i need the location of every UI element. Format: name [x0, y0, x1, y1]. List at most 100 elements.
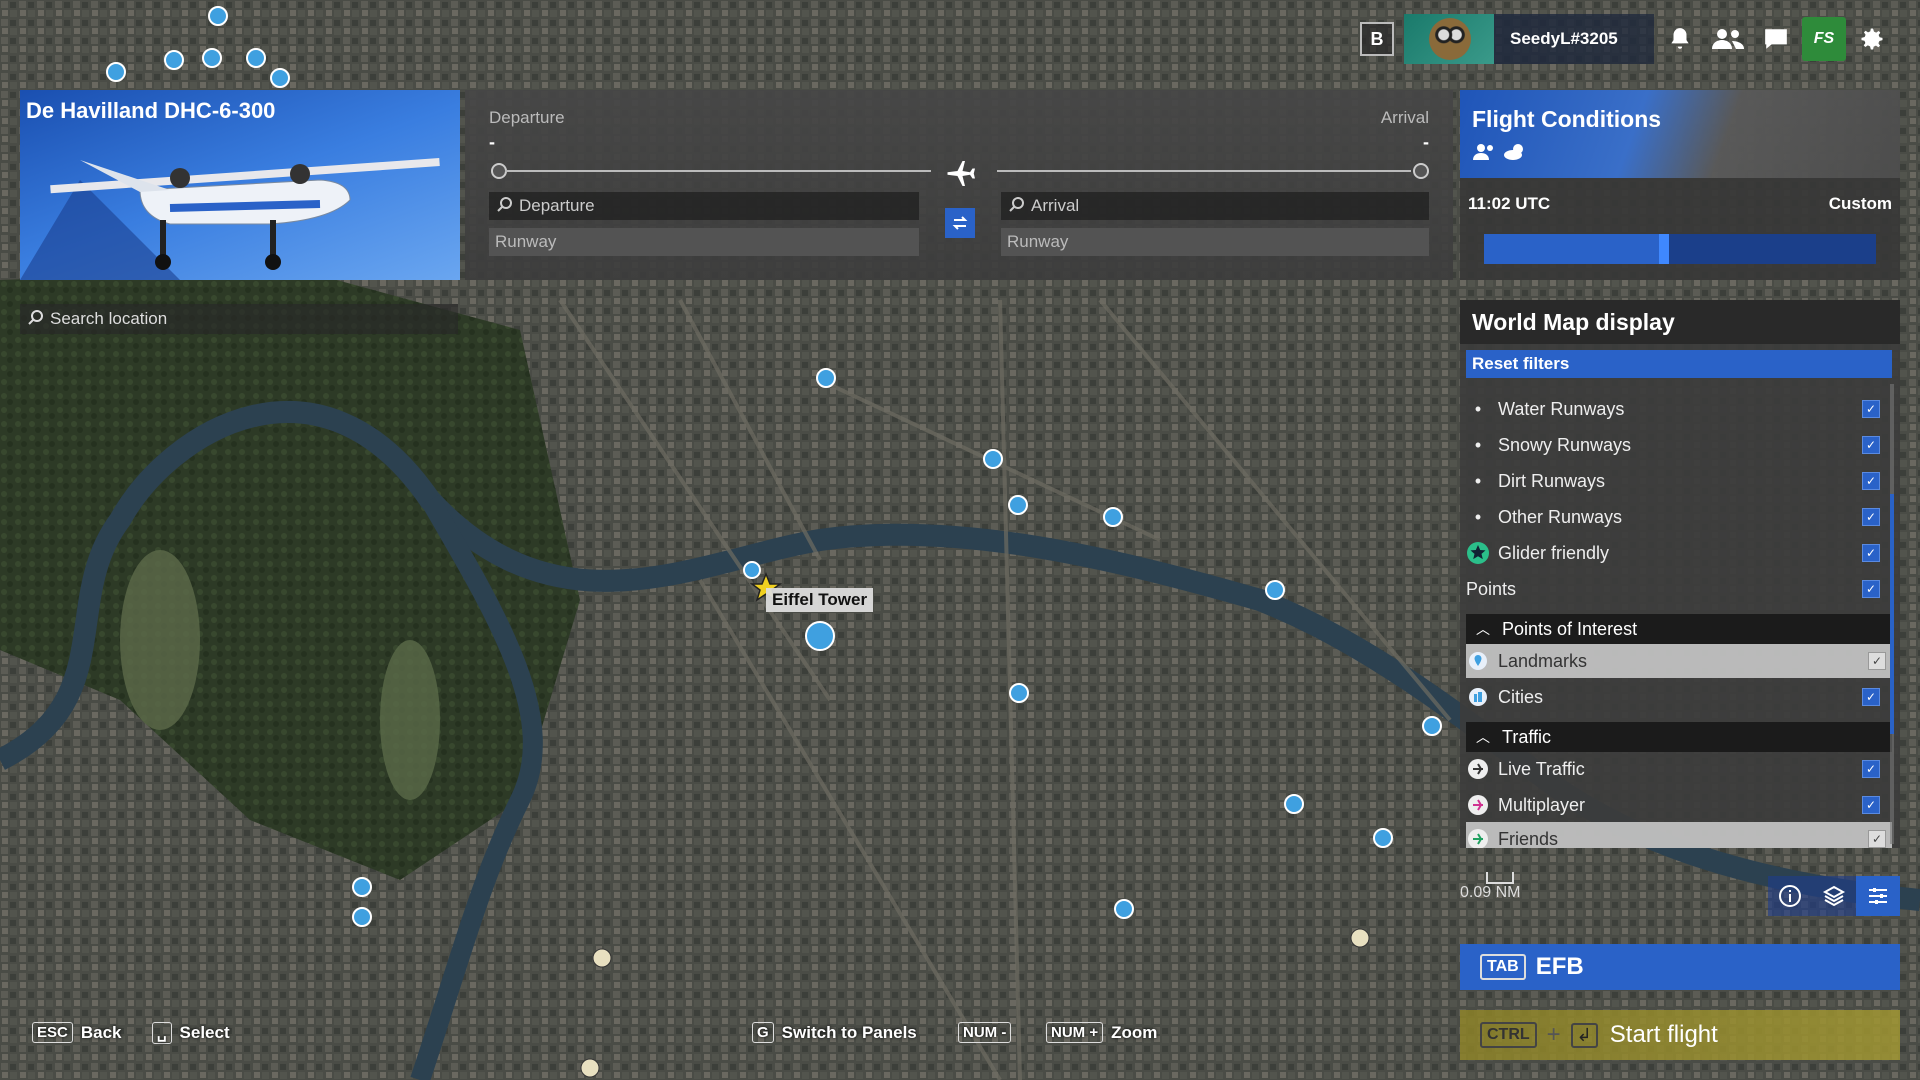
- start-flight-button[interactable]: CTRL + ↲ Start flight: [1460, 1010, 1900, 1060]
- time-mode: Custom: [1828, 194, 1892, 213]
- checkbox[interactable]: ✓: [1862, 436, 1880, 454]
- time-slider-knob[interactable]: [1659, 234, 1670, 264]
- group-traffic[interactable]: ︿ Traffic: [1466, 722, 1892, 752]
- filter-row-landmarks[interactable]: Landmarks ✓: [1466, 644, 1892, 678]
- search-location-placeholder: Search location: [50, 309, 168, 328]
- filter-row-other-runways[interactable]: • Other Runways ✓: [1466, 500, 1886, 534]
- hint-switch-panels[interactable]: G Switch to Panels: [752, 1022, 917, 1043]
- b-key-button[interactable]: B: [1360, 22, 1394, 56]
- hint-label: Switch to Panels: [781, 1022, 917, 1042]
- departure-runway-select[interactable]: Runway: [489, 228, 919, 256]
- flight-plan-panel: Departure Arrival - - Departure Runway A…: [465, 90, 1453, 280]
- group-points-of-interest[interactable]: ︿ Points of Interest: [1466, 614, 1892, 644]
- filter-label: Landmarks: [1498, 650, 1588, 671]
- filter-row-snowy-runways[interactable]: • Snowy Runways ✓: [1466, 428, 1886, 462]
- filter-label: Points: [1466, 578, 1517, 599]
- tab-key: TAB: [1480, 954, 1526, 980]
- map-scale: 0.09 NM: [1460, 872, 1520, 902]
- glider-star-icon: [1466, 541, 1490, 565]
- bullet-icon: •: [1474, 398, 1482, 419]
- chat-icon[interactable]: [1754, 17, 1798, 61]
- time-of-day-slider[interactable]: [1484, 234, 1876, 264]
- world-map-display-panel: World Map display Reset filters • Water …: [1460, 300, 1900, 848]
- key-esc: ESC: [32, 1022, 73, 1043]
- start-flight-label: Start flight: [1609, 1021, 1718, 1048]
- filter-label: Friends: [1498, 828, 1559, 849]
- chevron-up-icon: ︿: [1476, 729, 1490, 745]
- avatar: [1404, 14, 1494, 64]
- weather-icon: [1502, 142, 1528, 167]
- departure-label: Departure: [489, 108, 565, 127]
- scrollbar[interactable]: [1890, 384, 1894, 844]
- checkbox[interactable]: ✓: [1868, 652, 1886, 670]
- checkbox[interactable]: ✓: [1862, 796, 1880, 814]
- filter-row-multiplayer[interactable]: Multiplayer ✓: [1466, 788, 1886, 822]
- user-profile[interactable]: SeedyL#3205: [1404, 14, 1654, 64]
- aircraft-selection-card[interactable]: De Havilland DHC-6-300: [20, 90, 460, 280]
- group-label: Points of Interest: [1502, 618, 1638, 639]
- key-num-minus: NUM -: [958, 1022, 1012, 1043]
- flight-conditions-panel[interactable]: Flight Conditions 11:02 UTC Custom: [1460, 90, 1900, 280]
- hint-zoom-in[interactable]: NUM + Zoom: [1046, 1022, 1157, 1043]
- arrival-track: [997, 170, 1411, 172]
- search-location-input[interactable]: Search location: [20, 304, 458, 334]
- filter-row-glider-friendly[interactable]: Glider friendly ✓: [1466, 536, 1886, 570]
- scale-value: 0.09 NM: [1460, 884, 1521, 901]
- arrival-value: -: [1423, 132, 1429, 152]
- reset-filters-button[interactable]: Reset filters: [1466, 350, 1892, 378]
- friends-icon[interactable]: [1706, 17, 1750, 61]
- layers-icon[interactable]: [1812, 876, 1856, 916]
- checkbox[interactable]: ✓: [1862, 544, 1880, 562]
- checkbox[interactable]: ✓: [1868, 830, 1886, 848]
- filter-row-friends[interactable]: Friends ✓: [1466, 822, 1892, 848]
- username: SeedyL#3205: [1510, 29, 1618, 48]
- plane-green-icon: [1466, 827, 1490, 848]
- fs-marketplace-icon[interactable]: FS: [1802, 17, 1846, 61]
- checkbox[interactable]: ✓: [1862, 508, 1880, 526]
- filter-label: Dirt Runways: [1498, 470, 1606, 491]
- key-g: G: [752, 1022, 774, 1043]
- filter-label: Other Runways: [1498, 506, 1623, 527]
- checkbox[interactable]: ✓: [1862, 580, 1880, 598]
- filter-row-points[interactable]: Points ✓: [1466, 572, 1886, 606]
- world-map-display-title: World Map display: [1460, 300, 1900, 344]
- arrival-input[interactable]: Arrival: [1001, 192, 1429, 220]
- checkbox[interactable]: ✓: [1862, 760, 1880, 778]
- departure-value: -: [489, 132, 495, 152]
- hint-select[interactable]: ␣ Select: [152, 1022, 230, 1044]
- filter-label: Glider friendly: [1498, 542, 1610, 563]
- scale-bar: [1486, 872, 1514, 884]
- swap-airports-button[interactable]: [945, 208, 975, 238]
- filters-icon[interactable]: [1856, 876, 1900, 916]
- departure-input[interactable]: Departure: [489, 192, 919, 220]
- info-icon[interactable]: [1768, 876, 1812, 916]
- filter-row-live-traffic[interactable]: Live Traffic ✓: [1466, 752, 1886, 786]
- ctrl-key: CTRL: [1480, 1022, 1537, 1048]
- checkbox[interactable]: ✓: [1862, 400, 1880, 418]
- arrival-runway-select[interactable]: Runway: [1001, 228, 1429, 256]
- airplane-icon: [945, 156, 975, 191]
- scrollbar-thumb[interactable]: [1890, 494, 1894, 734]
- city-icon: [1466, 685, 1490, 709]
- hint-label: Select: [179, 1023, 230, 1042]
- checkbox[interactable]: ✓: [1862, 688, 1880, 706]
- time-slider-fill: [1484, 234, 1665, 264]
- eiffel-tower-label[interactable]: Eiffel Tower: [766, 588, 874, 612]
- checkbox[interactable]: ✓: [1862, 472, 1880, 490]
- efb-label: EFB: [1535, 953, 1584, 980]
- notifications-bell-icon[interactable]: [1658, 17, 1702, 61]
- filter-row-cities[interactable]: Cities ✓: [1466, 680, 1886, 714]
- settings-gear-icon[interactable]: [1850, 17, 1894, 61]
- filter-label: Cities: [1498, 686, 1544, 707]
- hint-back[interactable]: ESC Back: [32, 1022, 121, 1043]
- enter-key-icon: ↲: [1570, 1022, 1598, 1048]
- flight-conditions-header: Flight Conditions: [1460, 90, 1900, 178]
- filter-row-water-runways[interactable]: • Water Runways ✓: [1466, 392, 1886, 426]
- hint-zoom-out[interactable]: NUM -: [958, 1022, 1019, 1043]
- efb-button[interactable]: TAB EFB: [1460, 944, 1900, 990]
- hint-label: Back: [80, 1022, 122, 1042]
- top-bar: B SeedyL#3205 FS: [1360, 14, 1920, 64]
- filter-row-dirt-runways[interactable]: • Dirt Runways ✓: [1466, 464, 1886, 498]
- bullet-icon: •: [1474, 506, 1482, 527]
- arrival-placeholder: Arrival: [1031, 196, 1080, 215]
